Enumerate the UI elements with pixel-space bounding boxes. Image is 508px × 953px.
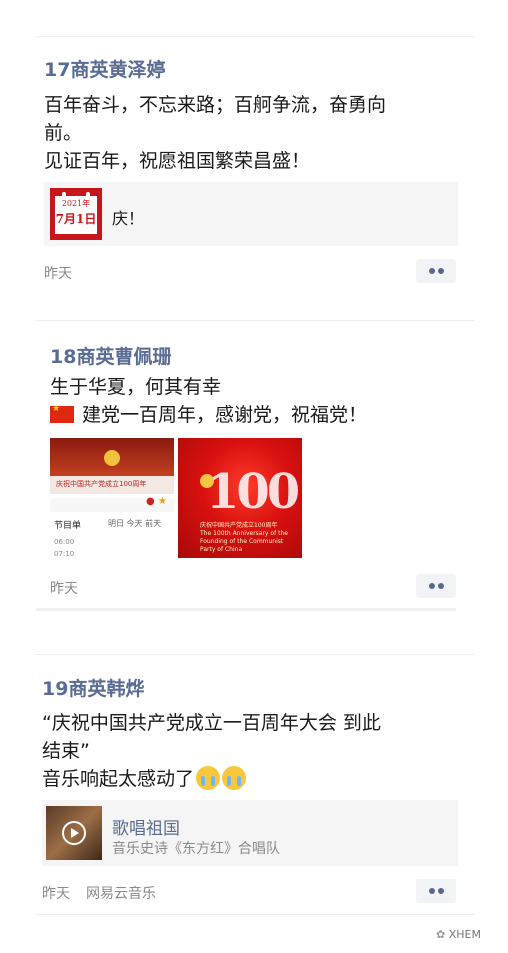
more-actions-button[interactable]	[416, 879, 456, 903]
post-text-line: 音乐响起太感动了	[42, 764, 247, 791]
post-text-line: 建党一百周年，感谢党，祝福党！	[50, 400, 367, 427]
shared-link-title: 庆！	[112, 209, 145, 228]
more-actions-button[interactable]	[416, 574, 456, 598]
schedule-row: 07:10	[54, 550, 75, 558]
centennial-number: 100	[206, 464, 300, 520]
bottom-divider	[36, 914, 474, 915]
post-text-content: 音乐响起太感动了	[42, 768, 195, 790]
author-name[interactable]: 19商英韩烨	[42, 674, 144, 701]
dot-icon	[438, 268, 444, 274]
crying-emoji-icon	[196, 766, 221, 790]
china-flag-icon	[50, 404, 74, 423]
dot-icon	[429, 583, 435, 589]
post-time: 昨天	[50, 581, 78, 597]
image-bar-text: 庆祝中国共产党成立100周年	[56, 480, 147, 488]
song-title: 歌唱祖国	[112, 819, 180, 839]
watermark: ✿ XHEM	[436, 928, 481, 941]
party-emblem-icon	[200, 474, 214, 488]
post-text-line: 前。	[44, 122, 83, 144]
calendar-day: 7月1日	[55, 212, 97, 226]
crying-emoji-icon	[222, 766, 247, 790]
dot-icon	[429, 888, 435, 894]
post-text-line: “庆祝中国共产党成立一百周年大会 到此	[42, 712, 381, 734]
more-actions-button[interactable]	[416, 259, 456, 283]
play-button[interactable]	[62, 821, 86, 845]
image-bar: 庆祝中国共产党成立100周年	[50, 476, 174, 494]
post-image-1[interactable]: 庆祝中国共产党成立100周年 ● ★ 节目单 明日 今天 前天 06:00 07…	[50, 438, 174, 558]
location-icon: ●	[146, 496, 155, 507]
post-image-2[interactable]: 100 庆祝中国共产党成立100周年 The 100th Anniversary…	[178, 438, 302, 558]
author-name[interactable]: 17商英黄泽婷	[44, 55, 165, 82]
calendar-icon: 2021年 7月1日	[50, 188, 102, 240]
post-divider	[36, 608, 456, 611]
post-text-content: 建党一百周年，感谢党，祝福党！	[82, 404, 368, 426]
shared-link-card[interactable]	[44, 182, 458, 246]
dot-icon	[438, 888, 444, 894]
schedule-tabs: 明日 今天 前天	[108, 519, 162, 528]
post-time: 昨天	[42, 886, 70, 902]
post-text-line: 见证百年，祝愿祖国繁荣昌盛！	[44, 150, 311, 172]
calendar-year: 2021年	[61, 199, 91, 208]
moment-post: 17商英黄泽婷 百年奋斗，不忘来路；百舸争流，奋勇向 前。 见证百年，祝愿祖国繁…	[0, 0, 508, 300]
post-time: 昨天	[44, 266, 72, 282]
post-source[interactable]: 网易云音乐	[86, 883, 156, 903]
schedule-title: 节目单	[54, 521, 82, 531]
dot-icon	[429, 268, 435, 274]
album-cover	[46, 806, 102, 860]
wechat-icon: ✿	[436, 928, 446, 941]
party-emblem-icon	[104, 450, 120, 466]
image-caption: 庆祝中国共产党成立100周年 The 100th Anniversary of …	[200, 522, 288, 553]
star-icon: ★	[158, 496, 167, 507]
post-text-line: 百年奋斗，不忘来路；百舸争流，奋勇向	[44, 94, 387, 116]
song-artist: 音乐史诗《东方红》合唱队	[112, 841, 280, 857]
schedule-row: 06:00	[54, 538, 75, 546]
author-name[interactable]: 18商英曹佩珊	[50, 342, 171, 369]
post-text-line: 生于华夏，何其有幸	[50, 376, 222, 398]
post-text-line: 结束”	[42, 740, 90, 762]
dot-icon	[438, 583, 444, 589]
watermark-text: XHEM	[448, 928, 481, 941]
image-stripe	[50, 498, 174, 512]
play-icon	[71, 828, 79, 838]
